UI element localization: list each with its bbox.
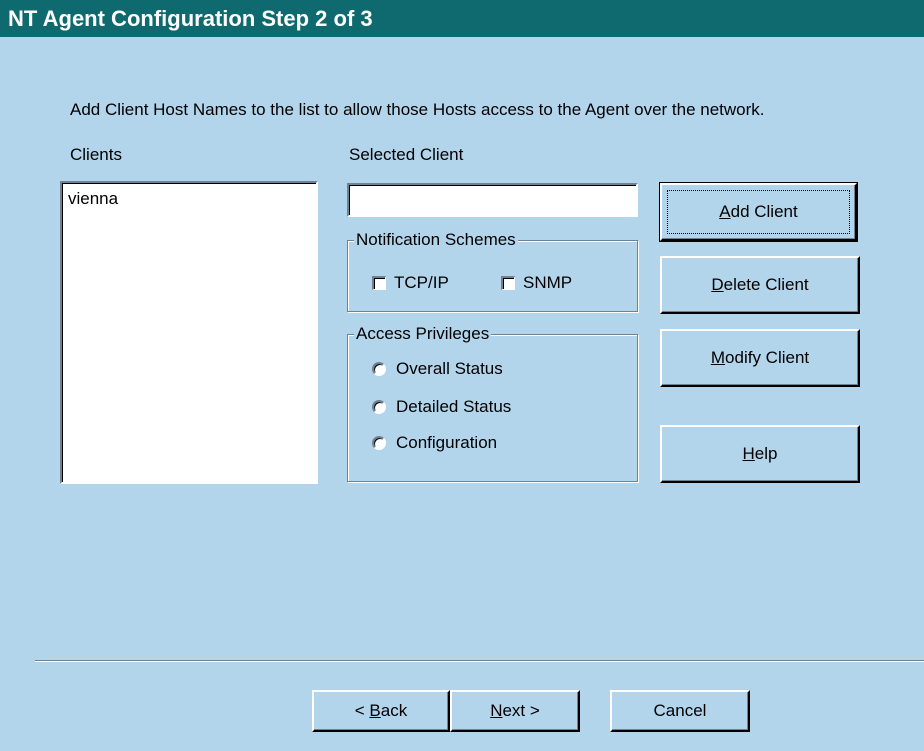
tcpip-checkbox[interactable] (372, 276, 386, 290)
configuration-radio[interactable] (372, 436, 386, 450)
snmp-label: SNMP (523, 273, 573, 292)
tcpip-label: TCP/IP (394, 273, 449, 292)
next-button[interactable]: Next > (450, 690, 580, 732)
access-privileges-legend: Access Privileges (354, 324, 492, 344)
snmp-checkbox[interactable] (501, 276, 515, 290)
overall-status-radio[interactable] (372, 362, 386, 376)
notification-schemes-legend: Notification Schemes (354, 230, 518, 250)
detailed-status-radio[interactable] (372, 400, 386, 414)
modify-client-button[interactable]: Modify Client (660, 329, 860, 387)
cancel-button[interactable]: Cancel (610, 690, 750, 732)
help-button[interactable]: Help (660, 425, 860, 483)
modify-client-label: odify Client (725, 348, 810, 367)
next-label: ext > (502, 701, 540, 720)
back-prefix: < (354, 701, 370, 720)
list-item[interactable]: vienna (62, 183, 316, 209)
delete-client-label: elete Client (723, 275, 809, 294)
cancel-label: Cancel (653, 701, 707, 720)
configuration-label: Configuration (396, 433, 498, 452)
overall-status-radio-row[interactable]: Overall Status (372, 359, 503, 379)
detailed-status-radio-row[interactable]: Detailed Status (372, 397, 511, 417)
back-button[interactable]: < Back (312, 690, 450, 732)
notification-schemes-group: Notification Schemes TCP/IP SNMP (347, 230, 638, 312)
clients-label: Clients (70, 145, 122, 164)
overall-status-label: Overall Status (396, 359, 503, 378)
clients-list[interactable]: vienna (60, 181, 318, 484)
selected-client-label: Selected Client (349, 145, 464, 164)
back-label: ack (380, 701, 408, 720)
delete-client-button[interactable]: Delete Client (660, 256, 860, 314)
access-privileges-group: Access Privileges Overall Status Detaile… (347, 324, 638, 482)
tcpip-checkbox-row[interactable]: TCP/IP (372, 273, 449, 293)
focus-rectangle (667, 190, 850, 234)
delete-client-accel: D (711, 275, 724, 294)
snmp-checkbox-row[interactable]: SNMP (501, 273, 572, 293)
help-accel: H (742, 444, 755, 463)
footer-separator (35, 660, 924, 662)
add-client-button[interactable]: Add Client (659, 182, 858, 242)
intro-text: Add Client Host Names to the list to all… (70, 100, 765, 119)
help-label: elp (754, 444, 778, 463)
modify-client-accel: M (710, 348, 726, 367)
back-accel: B (369, 701, 381, 720)
next-accel: N (490, 701, 503, 720)
window-title: NT Agent Configuration Step 2 of 3 (0, 0, 924, 37)
selected-client-input[interactable] (347, 183, 638, 217)
configuration-radio-row[interactable]: Configuration (372, 433, 497, 453)
detailed-status-label: Detailed Status (396, 397, 512, 416)
